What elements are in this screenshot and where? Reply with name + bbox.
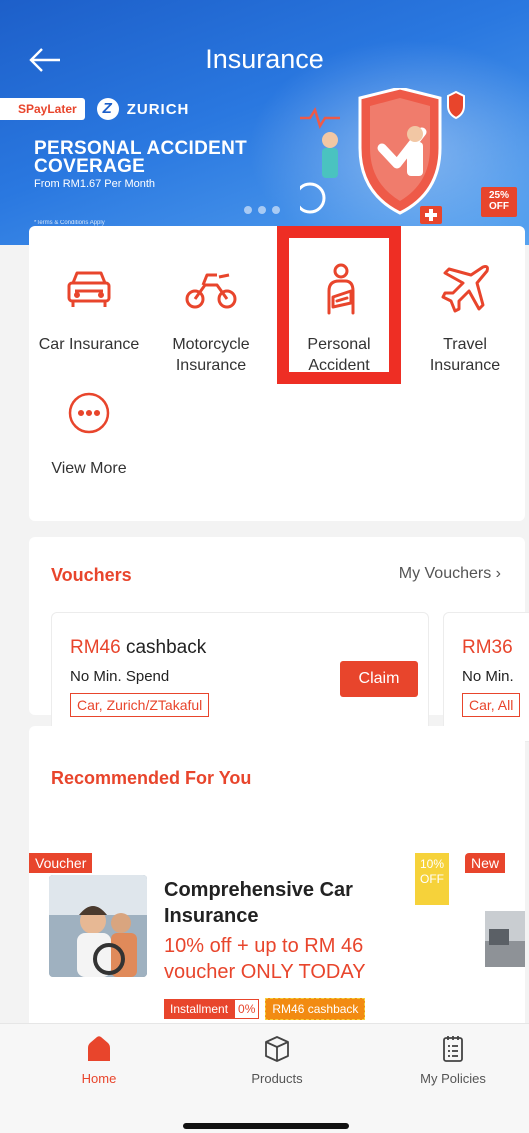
- voucher-type: cashback: [125, 637, 207, 658]
- airplane-icon: [441, 265, 489, 313]
- carousel-dot: [272, 206, 280, 214]
- claim-button[interactable]: Claim: [340, 661, 418, 697]
- nav-products[interactable]: Products: [222, 1034, 332, 1086]
- cashback-tag: RM46 cashback: [265, 998, 366, 1020]
- voucher-scope-tag: Car, All: [462, 693, 521, 717]
- voucher-badge: Voucher: [29, 853, 93, 873]
- home-indicator[interactable]: [183, 1123, 349, 1129]
- category-label: Car Insurance: [38, 336, 140, 353]
- product-title: Comprehensive Car Insurance: [164, 879, 353, 927]
- nav-products-label: Products: [251, 1071, 303, 1086]
- policy-list-icon: [443, 1036, 463, 1062]
- discount-suffix: OFF: [489, 201, 509, 212]
- voucher-condition: No Min. Spend: [70, 668, 170, 685]
- category-label-line1: Travel: [443, 336, 487, 353]
- discount-ribbon: 10% OFF: [415, 853, 449, 905]
- nav-home-label: Home: [81, 1071, 117, 1086]
- promo-banner[interactable]: Insurance SPayLater Z ZURICH PERSONAL AC…: [0, 0, 529, 245]
- discount-value: 25%: [488, 190, 509, 201]
- my-vouchers-label: My Vouchers: [398, 565, 492, 582]
- discount-ribbon-pct: 10%: [419, 857, 445, 871]
- voucher-value: RM46: [70, 637, 121, 658]
- category-label-line2: Insurance: [429, 357, 501, 374]
- voucher-amount: RM46 cashback: [70, 637, 206, 659]
- partner-logos: SPayLater Z ZURICH: [0, 95, 189, 123]
- vouchers-card: Vouchers My Vouchers › RM46 cashback No …: [29, 537, 529, 742]
- discount-badge: 25% OFF: [481, 187, 517, 217]
- zurich-logo: Z ZURICH: [96, 98, 190, 120]
- box-icon: [265, 1036, 289, 1062]
- discount-ribbon-word: OFF: [420, 872, 444, 886]
- voucher-item: RM36 No Min. Car, All: [443, 612, 529, 742]
- category-motorcycle-insurance[interactable]: Motorcycle Insurance: [151, 254, 271, 376]
- spaylater-logo: SPayLater: [0, 98, 85, 120]
- promo-headline: PERSONAL ACCIDENT COVERAGE: [34, 139, 247, 177]
- page-title: Insurance: [205, 44, 324, 74]
- voucher-scope-tag: Car, Zurich/ZTakaful: [70, 693, 210, 717]
- driver-photo: [49, 875, 147, 977]
- category-label-line2: Insurance: [175, 357, 247, 374]
- category-label: Travel Insurance: [405, 334, 525, 376]
- zurich-z-icon: Z: [96, 98, 119, 120]
- product-photo: [485, 911, 525, 967]
- zurich-wordmark: ZURICH: [126, 100, 190, 118]
- nav-home[interactable]: Home: [44, 1034, 154, 1086]
- carousel-dot: [258, 206, 266, 214]
- carousel-dots: [244, 206, 280, 214]
- promo-subtitle: From RM1.67 Per Month: [34, 178, 156, 190]
- my-vouchers-link[interactable]: My Vouchers ›: [399, 565, 501, 583]
- category-travel-insurance[interactable]: Travel Insurance: [405, 254, 525, 376]
- voucher-condition: No Min.: [462, 668, 514, 685]
- product-photo: [49, 875, 147, 977]
- recommended-item[interactable]: New: [465, 853, 525, 1033]
- zero-percent-tag: 0%: [234, 999, 260, 1019]
- installment-tag: Installment: [164, 999, 235, 1019]
- product-offer: 10% off + up to RM 46 voucher ONLY TODAY: [164, 935, 366, 983]
- category-label: Motorcycle Insurance: [151, 334, 271, 376]
- recommended-card: Recommended For You Voucher Comprehensiv…: [29, 726, 525, 1056]
- chevron-right-icon: ›: [495, 565, 501, 582]
- home-icon: [88, 1036, 110, 1061]
- recommended-title: Recommended For You: [51, 768, 252, 788]
- voucher-item: RM46 cashback No Min. Spend Car, Zurich/…: [51, 612, 429, 742]
- shield-illustration: [300, 88, 465, 224]
- highlight-box: [277, 226, 401, 384]
- vouchers-title: Vouchers: [51, 565, 132, 585]
- voucher-amount: RM36: [462, 637, 513, 659]
- carousel-dot: [244, 206, 252, 214]
- category-label-line1: Motorcycle: [172, 336, 250, 353]
- promo-headline-line2: COVERAGE: [34, 156, 146, 177]
- motorcycle-icon: [185, 273, 237, 309]
- product-tags: Installment 0% RM46 cashback: [164, 998, 366, 1020]
- bottom-nav: Home Products My Policies: [0, 1023, 529, 1133]
- category-label: View More: [51, 460, 127, 477]
- new-badge: New: [465, 853, 506, 873]
- recommended-item[interactable]: Voucher Comprehensive Car Insurance 10% …: [29, 853, 453, 1033]
- more-icon: [68, 392, 110, 434]
- category-car-insurance[interactable]: Car Insurance: [29, 254, 149, 355]
- nav-my-policies[interactable]: My Policies: [398, 1034, 508, 1086]
- nav-my-policies-label: My Policies: [420, 1071, 486, 1086]
- car-icon: [67, 271, 111, 307]
- category-view-more[interactable]: View More: [29, 378, 149, 479]
- voucher-value: RM36: [462, 637, 513, 658]
